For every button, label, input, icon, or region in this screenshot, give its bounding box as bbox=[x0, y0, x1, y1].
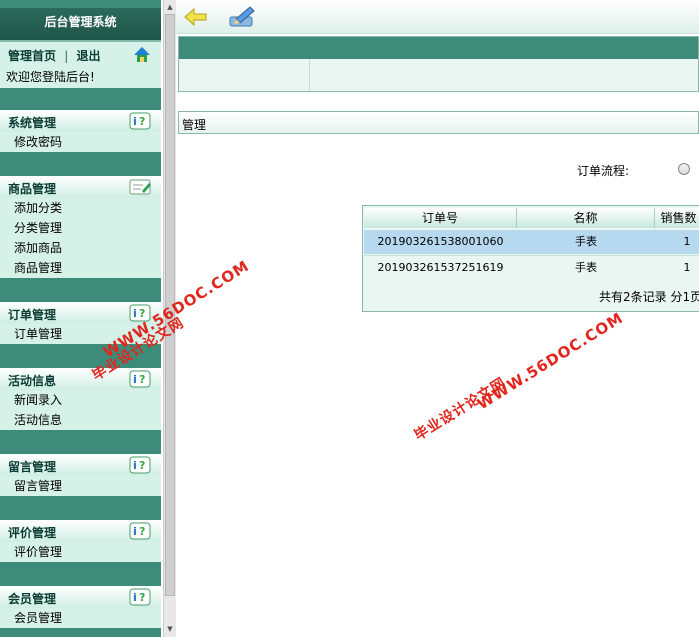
menu-group-header[interactable]: 评价管理 i ? bbox=[0, 520, 161, 542]
cell-qty: 1 bbox=[683, 261, 691, 274]
sidebar: 后台管理系统 管理首页 | 退出 欢迎您登陆后台! 系统管理 i ? 修改密码 bbox=[0, 0, 161, 637]
info-panel-header bbox=[179, 37, 698, 59]
column-header-qty: 销售数 bbox=[655, 208, 699, 228]
column-header-order-no: 订单号 bbox=[364, 208, 517, 228]
cell-qty: 1 bbox=[683, 235, 691, 248]
order-table: 订单号 名称 销售数 201903261538001060 手表 1 20190… bbox=[362, 205, 699, 312]
svg-text:i: i bbox=[133, 459, 137, 472]
menu-item-category-manage[interactable]: 分类管理 bbox=[0, 218, 161, 238]
menu-group-header[interactable]: 商品管理 bbox=[0, 176, 161, 198]
edit-pen-icon[interactable] bbox=[228, 5, 258, 29]
info-icon: i ? bbox=[129, 112, 151, 130]
home-link[interactable]: 管理首页 bbox=[8, 49, 56, 63]
svg-text:i: i bbox=[133, 115, 137, 128]
cell-order-no: 201903261537251619 bbox=[377, 261, 504, 274]
cell-name: 手表 bbox=[575, 235, 597, 248]
svg-text:?: ? bbox=[139, 591, 145, 604]
menu-item-member-manage[interactable]: 会员管理 bbox=[0, 608, 161, 628]
order-flow-label: 订单流程: bbox=[577, 164, 630, 178]
menu-group-title: 评价管理 bbox=[8, 526, 57, 540]
table-row[interactable]: 201903261537251619 手表 1 bbox=[364, 255, 699, 279]
menu-item-add-goods[interactable]: 添加商品 bbox=[0, 238, 161, 258]
menu-item-change-password[interactable]: 修改密码 bbox=[0, 132, 161, 152]
menu-group-title: 活动信息 bbox=[8, 374, 57, 388]
menu-group-header[interactable]: 会员管理 i ? bbox=[0, 586, 161, 608]
svg-text:?: ? bbox=[139, 525, 145, 538]
sidebar-title: 后台管理系统 bbox=[0, 8, 161, 42]
link-separator: | bbox=[64, 49, 69, 63]
menu-group-header[interactable]: 活动信息 i ? bbox=[0, 368, 161, 390]
svg-text:i: i bbox=[133, 591, 137, 604]
top-links: 管理首页 | 退出 bbox=[8, 47, 104, 64]
svg-text:?: ? bbox=[139, 373, 145, 386]
svg-text:?: ? bbox=[139, 115, 145, 128]
menu-item-goods-manage[interactable]: 商品管理 bbox=[0, 258, 161, 278]
menu-group-header[interactable]: 系统管理 i ? bbox=[0, 110, 161, 132]
scroll-up-icon[interactable]: ▲ bbox=[165, 1, 175, 13]
info-panel bbox=[178, 36, 699, 92]
menu-group-header[interactable]: 订单管理 i ? bbox=[0, 302, 161, 324]
svg-text:i: i bbox=[133, 307, 137, 320]
info-icon: i ? bbox=[129, 522, 151, 540]
menu-item-news-entry[interactable]: 新闻录入 bbox=[0, 390, 161, 410]
watermark-site: WWW.56DOC.COM bbox=[474, 308, 627, 414]
info-panel-divider bbox=[309, 59, 310, 91]
table-row[interactable]: 201903261538001060 手表 1 bbox=[364, 230, 699, 254]
edit-icon bbox=[129, 179, 151, 195]
menu-item-add-category[interactable]: 添加分类 bbox=[0, 198, 161, 218]
svg-text:i: i bbox=[133, 525, 137, 538]
record-count: 共有2条记录 分1页 bbox=[599, 290, 699, 304]
info-icon: i ? bbox=[129, 588, 151, 606]
menu-group-messages: 留言管理 i ? 留言管理 bbox=[0, 454, 161, 496]
info-icon: i ? bbox=[129, 370, 151, 388]
menu-group-system: 系统管理 i ? 修改密码 bbox=[0, 110, 161, 152]
menu-group-activity: 活动信息 i ? 新闻录入 活动信息 bbox=[0, 368, 161, 430]
menu-group-members: 会员管理 i ? 会员管理 bbox=[0, 586, 161, 628]
section-header: 管理 bbox=[178, 111, 699, 134]
welcome-text: 欢迎您登陆后台! bbox=[6, 70, 95, 84]
svg-text:?: ? bbox=[139, 459, 145, 472]
menu-group-title: 系统管理 bbox=[8, 116, 57, 130]
menu-group-title: 订单管理 bbox=[8, 308, 57, 322]
menu-item-message-manage[interactable]: 留言管理 bbox=[0, 476, 161, 496]
menu-group-title: 留言管理 bbox=[8, 460, 57, 474]
scroll-down-icon[interactable]: ▼ bbox=[165, 623, 175, 635]
watermark-caption: 毕业设计论文网 bbox=[411, 374, 510, 445]
back-arrow-icon[interactable] bbox=[184, 8, 208, 26]
menu-group-header[interactable]: 留言管理 i ? bbox=[0, 454, 161, 476]
menu-group-title: 会员管理 bbox=[8, 592, 57, 606]
home-icon bbox=[134, 47, 150, 62]
info-panel-row bbox=[179, 59, 698, 91]
menu-item-activity-info[interactable]: 活动信息 bbox=[0, 410, 161, 430]
section-label: 管理 bbox=[182, 118, 207, 132]
cell-name: 手表 bbox=[575, 261, 597, 274]
menu-group-goods: 商品管理 添加分类 分类管理 添加商品 商品管理 bbox=[0, 176, 161, 278]
menu-group-title: 商品管理 bbox=[8, 182, 57, 196]
menu-item-review-manage[interactable]: 评价管理 bbox=[0, 542, 161, 562]
info-icon: i ? bbox=[129, 456, 151, 474]
svg-text:i: i bbox=[133, 373, 137, 386]
sidebar-top-block: 管理首页 | 退出 欢迎您登陆后台! bbox=[0, 42, 161, 88]
cell-order-no: 201903261538001060 bbox=[377, 235, 504, 248]
menu-group-reviews: 评价管理 i ? 评价管理 bbox=[0, 520, 161, 562]
logout-link[interactable]: 退出 bbox=[76, 49, 100, 63]
order-flow-radio[interactable] bbox=[678, 163, 690, 175]
main-toolbar bbox=[176, 0, 699, 34]
column-header-name: 名称 bbox=[517, 208, 655, 228]
